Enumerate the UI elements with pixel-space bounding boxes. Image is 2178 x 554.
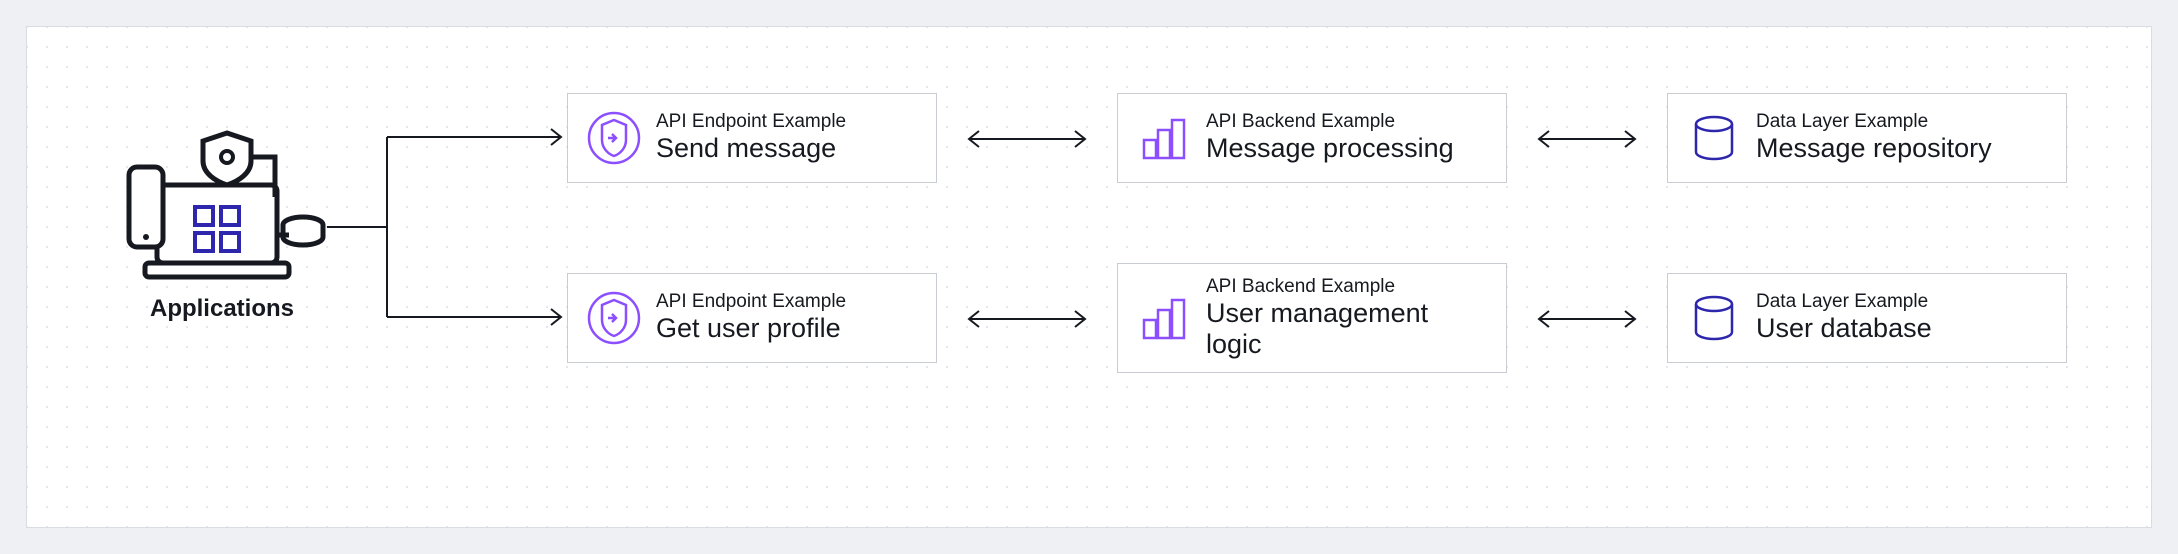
node-endpoint-get-user-profile: API Endpoint Example Get user profile xyxy=(567,273,937,363)
api-endpoint-icon xyxy=(586,290,642,346)
node-endpoint-send-message: API Endpoint Example Send message xyxy=(567,93,937,183)
database-icon xyxy=(1686,110,1742,166)
node-title: Send message xyxy=(656,133,846,164)
branch-connector xyxy=(327,117,577,337)
node-caption: API Backend Example xyxy=(1206,111,1454,133)
node-caption: API Backend Example xyxy=(1206,276,1488,298)
bar-chart-icon xyxy=(1136,110,1192,166)
bidir-arrow xyxy=(1527,307,1647,331)
node-backend-message-processing: API Backend Example Message processing xyxy=(1117,93,1507,183)
node-caption: Data Layer Example xyxy=(1756,111,1992,133)
node-title: Message processing xyxy=(1206,133,1454,164)
devices-icon xyxy=(117,127,327,287)
bidir-arrow xyxy=(1527,127,1647,151)
applications-label: Applications xyxy=(107,295,337,323)
bidir-arrow xyxy=(957,127,1097,151)
node-title: User database xyxy=(1756,313,1932,344)
node-backend-user-management: API Backend Example User management logi… xyxy=(1117,263,1507,373)
node-data-message-repository: Data Layer Example Message repository xyxy=(1667,93,2067,183)
node-title: User management logic xyxy=(1206,298,1488,360)
node-caption: Data Layer Example xyxy=(1756,291,1932,313)
bidir-arrow xyxy=(957,307,1097,331)
api-endpoint-icon xyxy=(586,110,642,166)
diagram-canvas: Applications API Endpoint Example Send m… xyxy=(26,26,2152,528)
node-caption: API Endpoint Example xyxy=(656,291,846,313)
node-title: Message repository xyxy=(1756,133,1992,164)
node-caption: API Endpoint Example xyxy=(656,111,846,133)
database-icon xyxy=(1686,290,1742,346)
applications-cluster: Applications xyxy=(107,127,337,323)
node-title: Get user profile xyxy=(656,313,846,344)
bar-chart-icon xyxy=(1136,290,1192,346)
node-data-user-database: Data Layer Example User database xyxy=(1667,273,2067,363)
